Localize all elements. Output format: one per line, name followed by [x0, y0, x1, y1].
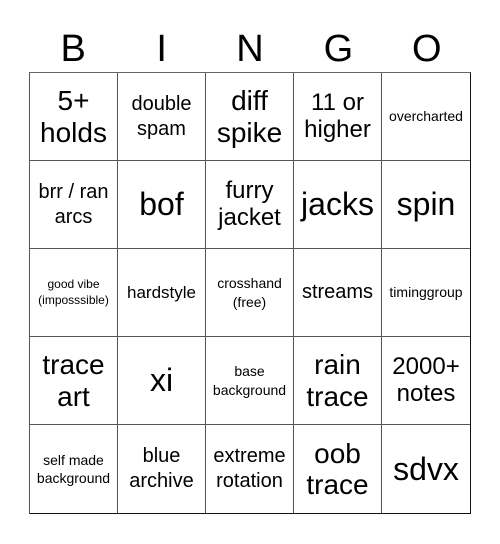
header-letter-o: O	[412, 28, 442, 70]
header-letter-n: N	[236, 28, 264, 70]
bingo-cell[interactable]: 11 or higher	[294, 73, 382, 161]
bingo-cell[interactable]: xi	[118, 337, 206, 425]
bingo-cell[interactable]: brr / ran arcs	[30, 161, 118, 249]
header-letter-g: G	[323, 28, 354, 70]
bingo-cell[interactable]: bof	[118, 161, 206, 249]
bingo-cell[interactable]: oob trace	[294, 425, 382, 513]
bingo-card: 5+ holds double spam diff spike 11 or hi…	[29, 72, 471, 514]
bingo-cell[interactable]: hardstyle	[118, 249, 206, 337]
bingo-cell[interactable]: diff spike	[206, 73, 294, 161]
bingo-cell[interactable]: extreme rotation	[206, 425, 294, 513]
bingo-cell[interactable]: base background	[206, 337, 294, 425]
bingo-cell[interactable]: spin	[382, 161, 470, 249]
bingo-cell[interactable]: trace art	[30, 337, 118, 425]
bingo-cell[interactable]: timinggroup	[382, 249, 470, 337]
bingo-cell[interactable]: furry jacket	[206, 161, 294, 249]
bingo-cell[interactable]: jacks	[294, 161, 382, 249]
bingo-cell[interactable]: blue archive	[118, 425, 206, 513]
bingo-header: B I N G O	[29, 26, 471, 72]
bingo-cell[interactable]: 5+ holds	[30, 73, 118, 161]
header-letter-b: B	[60, 28, 86, 70]
header-letter-i: I	[156, 28, 167, 70]
bingo-cell[interactable]: streams	[294, 249, 382, 337]
bingo-cell[interactable]: rain trace	[294, 337, 382, 425]
bingo-cell[interactable]: sdvx	[382, 425, 470, 513]
bingo-cell[interactable]: overcharted	[382, 73, 470, 161]
bingo-cell[interactable]: 2000+ notes	[382, 337, 470, 425]
bingo-cell[interactable]: self made background	[30, 425, 118, 513]
bingo-cell[interactable]: good vibe (imposssible)	[30, 249, 118, 337]
bingo-cell[interactable]: double spam	[118, 73, 206, 161]
bingo-cell[interactable]: crosshand (free)	[206, 249, 294, 337]
